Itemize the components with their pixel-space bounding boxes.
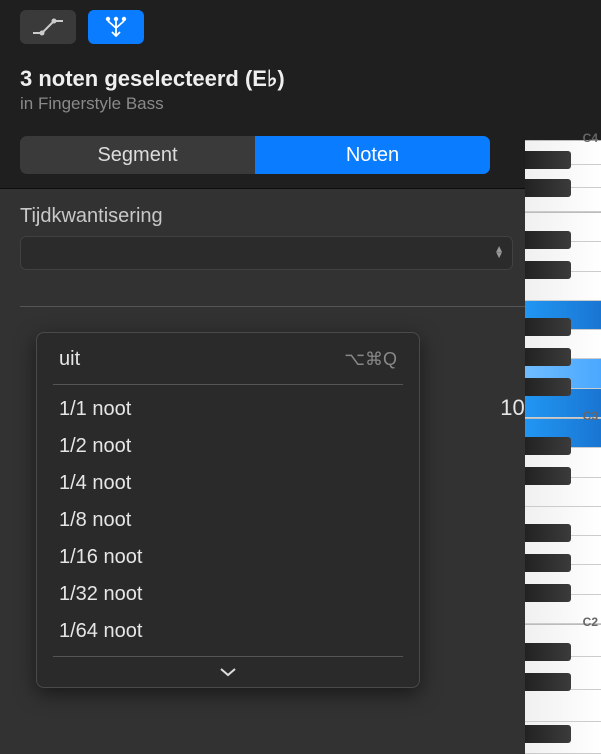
menu-separator xyxy=(53,656,403,657)
piano-black-key[interactable] xyxy=(525,261,571,279)
menu-item-label: 1/64 noot xyxy=(59,620,142,643)
top-toolbar xyxy=(0,0,601,52)
menu-item-label: 1/32 noot xyxy=(59,583,142,606)
menu-item-1-4[interactable]: 1/4 noot xyxy=(37,465,419,502)
menu-item-label: 1/16 noot xyxy=(59,546,142,569)
midi-merge-button[interactable] xyxy=(88,10,144,44)
piano-octave: C4 xyxy=(525,140,601,212)
piano-black-key[interactable] xyxy=(525,348,571,366)
piano-black-key[interactable] xyxy=(525,151,571,169)
tab-segment[interactable]: Segment xyxy=(20,136,255,174)
piano-black-key[interactable] xyxy=(525,643,571,661)
divider xyxy=(20,306,581,307)
tab-bar-container: Segment Noten xyxy=(0,126,601,189)
octave-label-c3: C3 xyxy=(583,409,598,423)
menu-item-label: 1/4 noot xyxy=(59,472,131,495)
menu-item-label: 1/2 noot xyxy=(59,435,131,458)
tab-notes[interactable]: Noten xyxy=(255,136,490,174)
piano-black-key[interactable] xyxy=(525,231,571,249)
piano-black-key[interactable] xyxy=(525,554,571,572)
chevron-down-icon xyxy=(219,667,237,677)
track-name: in Fingerstyle Bass xyxy=(20,94,581,114)
inspector-body: Tijdkwantisering ▲▼ Q xyxy=(0,189,601,307)
octave-label-c4: C4 xyxy=(583,131,598,145)
quantize-popup[interactable]: ▲▼ xyxy=(20,236,513,270)
piano-black-key[interactable] xyxy=(525,467,571,485)
tab-bar: Segment Noten xyxy=(20,136,490,174)
menu-item-1-1[interactable]: 1/1 noot xyxy=(37,391,419,428)
menu-item-label: 1/8 noot xyxy=(59,509,131,532)
menu-item-off[interactable]: uit ⌥⌘Q xyxy=(37,341,419,378)
popup-stepper-icon: ▲▼ xyxy=(494,247,504,259)
menu-item-1-8[interactable]: 1/8 noot xyxy=(37,502,419,539)
quantize-row: ▲▼ Q xyxy=(20,236,581,270)
midi-funnel-icon xyxy=(104,16,128,38)
piano-keyboard[interactable]: C4 C3 C2 xyxy=(525,140,601,753)
automation-curve-icon xyxy=(32,18,64,36)
menu-item-1-32[interactable]: 1/32 noot xyxy=(37,576,419,613)
menu-item-1-16[interactable]: 1/16 noot xyxy=(37,539,419,576)
menu-item-1-64[interactable]: 1/64 noot xyxy=(37,613,419,650)
piano-octave xyxy=(525,624,601,754)
piano-black-key[interactable] xyxy=(525,179,571,197)
octave-label-c2: C2 xyxy=(583,615,598,629)
selection-title: 3 noten geselecteerd (E♭) xyxy=(20,66,581,92)
piano-black-key[interactable] xyxy=(525,378,571,396)
menu-item-label: uit xyxy=(59,348,80,371)
menu-separator xyxy=(53,384,403,385)
menu-item-shortcut: ⌥⌘Q xyxy=(344,349,397,370)
piano-black-key[interactable] xyxy=(525,725,571,743)
inspector-header: 3 noten geselecteerd (E♭) in Fingerstyle… xyxy=(0,52,601,126)
menu-item-1-2[interactable]: 1/2 noot xyxy=(37,428,419,465)
quantize-menu: uit ⌥⌘Q 1/1 noot 1/2 noot 1/4 noot 1/8 n… xyxy=(36,332,420,688)
piano-octave: C2 xyxy=(525,418,601,624)
piano-octave: C3 xyxy=(525,212,601,418)
piano-black-key[interactable] xyxy=(525,673,571,691)
piano-black-key[interactable] xyxy=(525,524,571,542)
automation-tool-button[interactable] xyxy=(20,10,76,44)
piano-black-key[interactable] xyxy=(525,318,571,336)
menu-item-label: 1/1 noot xyxy=(59,398,131,421)
piano-black-key[interactable] xyxy=(525,584,571,602)
piano-black-key[interactable] xyxy=(525,437,571,455)
menu-scroll-down[interactable] xyxy=(37,663,419,687)
time-quantize-label: Tijdkwantisering xyxy=(20,205,581,228)
